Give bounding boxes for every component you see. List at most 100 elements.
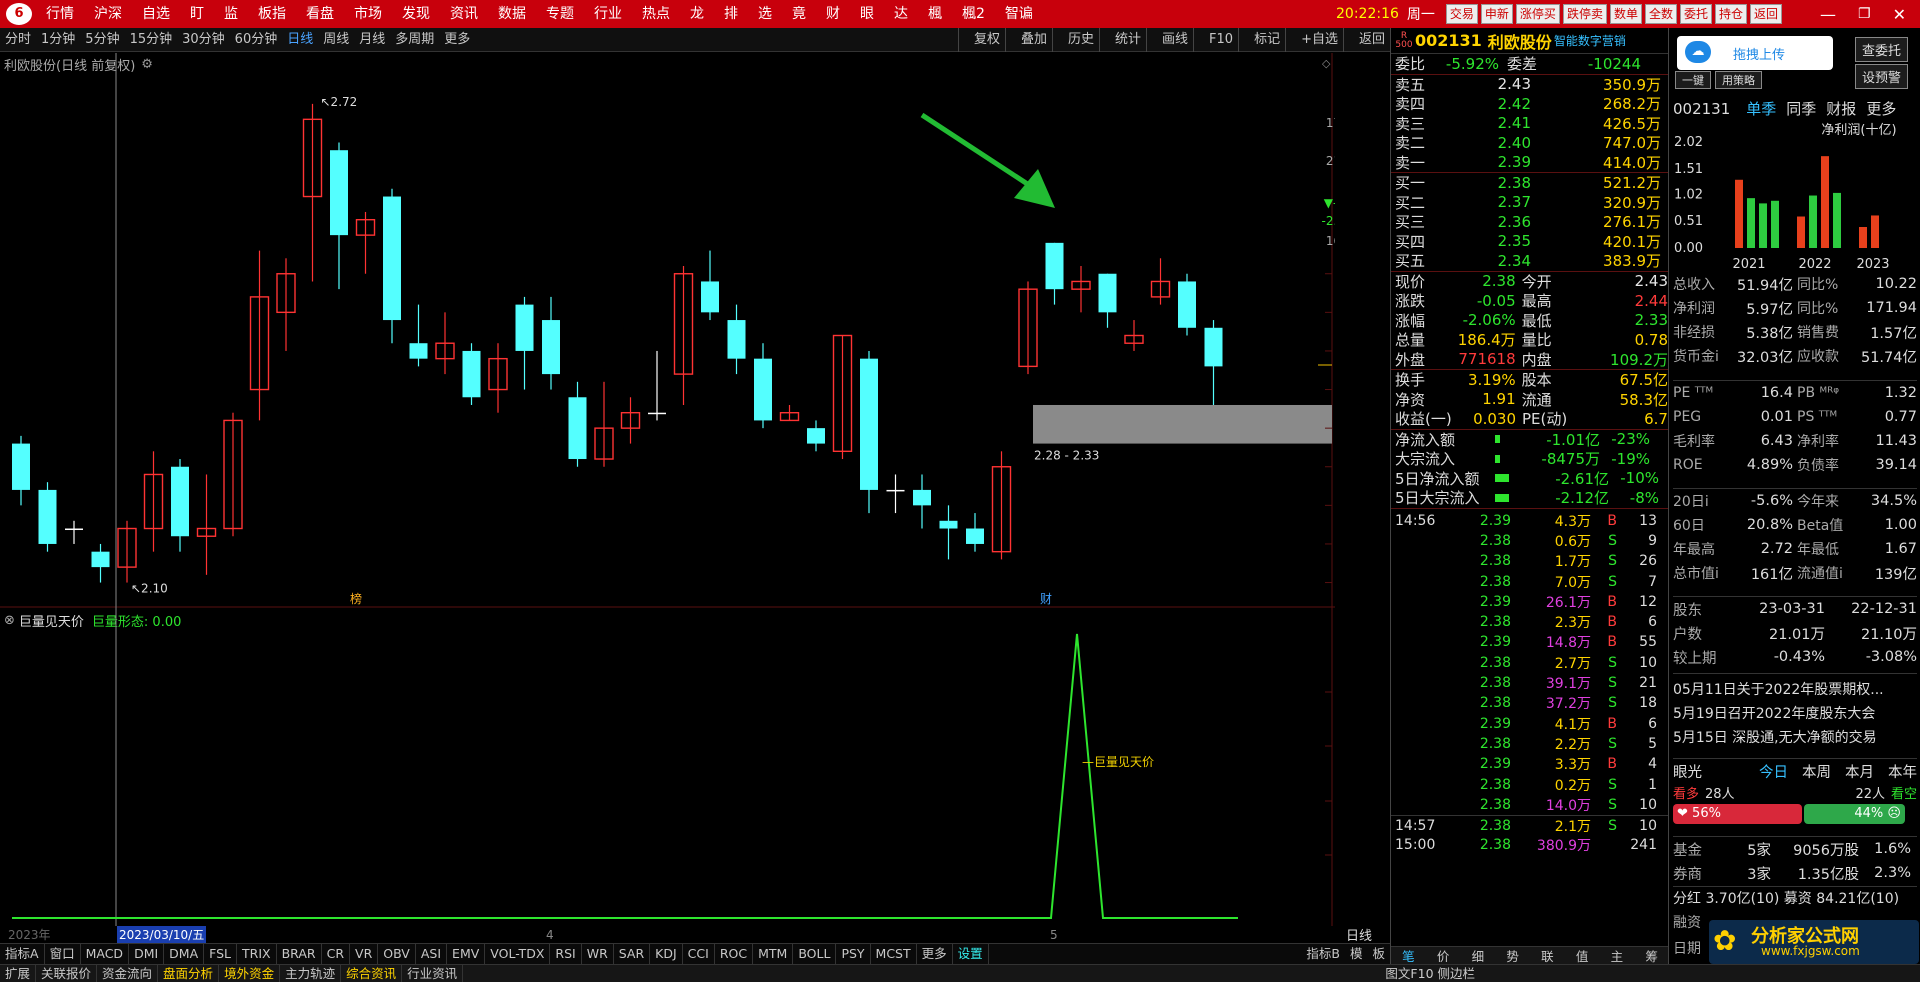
f10-tab[interactable]: 同季	[1786, 98, 1816, 119]
asks-row[interactable]: 卖三 2.41 426.5万	[1391, 114, 1668, 134]
indicator-tab[interactable]: CR	[322, 944, 351, 964]
indicator-tab[interactable]: CCI	[683, 944, 715, 964]
period-tab[interactable]: 15分钟	[125, 28, 178, 52]
indicator-tab[interactable]: OBV	[378, 944, 416, 964]
menu-item[interactable]: 数据	[488, 0, 536, 28]
menu-item[interactable]: 楓	[918, 0, 952, 28]
indicator-panel[interactable]: ⊗ 巨量见天价 巨量形态: 0.00 0.800.600.400.20—巨量见天…	[0, 608, 1335, 935]
menu-item[interactable]: 看盘	[296, 0, 344, 28]
period-tab[interactable]: 更多	[439, 28, 475, 52]
status-tab[interactable]: 行业资讯	[402, 965, 464, 982]
rank-marker[interactable]: 榜	[350, 591, 362, 606]
menu-item[interactable]: 楓2	[952, 0, 995, 28]
toolbar-button[interactable]: 委托	[1679, 4, 1712, 24]
menu-item[interactable]: 专题	[536, 0, 584, 28]
toolbar-button[interactable]: 跌停卖	[1562, 4, 1607, 24]
indicator-tab-right[interactable]: 指标B	[1301, 944, 1345, 964]
indicator-tab-right[interactable]: 模	[1345, 944, 1368, 964]
finance-marker[interactable]: 财	[1040, 592, 1052, 606]
toolbar-button[interactable]: 全数	[1644, 4, 1677, 24]
period-tab[interactable]: 日线	[282, 28, 318, 52]
quote-bottom-tab[interactable]: 价	[1437, 946, 1450, 965]
indicator-tab[interactable]: ASI	[416, 944, 448, 964]
kline-panel[interactable]: 利欧股份(日线 前复权) ⚙ 2.28 - 2.33↖2.72↖2.10榜财2.…	[0, 53, 1335, 608]
menu-item[interactable]: 发现	[392, 0, 440, 28]
quote-bottom-tab[interactable]: 细	[1472, 946, 1485, 965]
status-tab[interactable]: 关联报价	[36, 965, 98, 982]
period-tab[interactable]: 1分钟	[36, 28, 80, 52]
chart-tool-button[interactable]: 叠加	[1016, 28, 1052, 52]
indicator-tab[interactable]: SAR	[614, 944, 651, 964]
status-tab[interactable]: 综合资讯	[341, 965, 403, 982]
indicator-tab[interactable]: EMV	[447, 944, 486, 964]
indicator-tab[interactable]: MTM	[753, 944, 794, 964]
toolbar-button[interactable]: 返回	[1750, 4, 1783, 24]
menu-item[interactable]: 资讯	[440, 0, 488, 28]
bids-row[interactable]: 买三 2.36 276.1万	[1391, 212, 1668, 232]
menu-item[interactable]: 选	[748, 0, 782, 28]
indicator-tab[interactable]: TRIX	[237, 944, 277, 964]
minimize-icon[interactable]: —	[1820, 5, 1836, 24]
period-tab[interactable]: 周线	[318, 28, 354, 52]
chart-tool-button[interactable]: 复权	[969, 28, 1005, 52]
quote-bottom-tab[interactable]: 笔	[1402, 946, 1415, 965]
indicator-tab[interactable]: VR	[350, 944, 379, 964]
indicator-tab[interactable]: 设置	[953, 944, 989, 964]
indicator-tab[interactable]: ROC	[715, 944, 754, 964]
menu-item[interactable]: 市场	[344, 0, 392, 28]
sidebar-toggle[interactable]: 图文F10 侧边栏	[1380, 965, 1480, 982]
news-item[interactable]: 5月19日召开2022年度股东大会	[1673, 702, 1917, 726]
menu-item[interactable]: 板指	[248, 0, 296, 28]
status-tab[interactable]: 盘面分析	[158, 965, 220, 982]
toolbar-button[interactable]: 涨停买	[1515, 4, 1560, 24]
indicator-tab[interactable]: KDJ	[650, 944, 683, 964]
menu-item[interactable]: 监	[214, 0, 248, 28]
set-alert-button[interactable]: 设预警	[1855, 64, 1909, 89]
status-tab[interactable]: 资金流向	[97, 965, 159, 982]
period-tab[interactable]: 60分钟	[230, 28, 283, 52]
period-tab[interactable]: 5分钟	[80, 28, 124, 52]
menu-item[interactable]: 行情	[36, 0, 84, 28]
f10-tab[interactable]: 财报	[1826, 98, 1856, 119]
eye-tab[interactable]: 今日	[1759, 761, 1788, 782]
query-order-button[interactable]: 查委托	[1855, 37, 1909, 62]
period-tab[interactable]: 分时	[0, 28, 36, 52]
f10-tab[interactable]: 更多	[1866, 98, 1896, 119]
chart-tool-button[interactable]: 统计	[1110, 28, 1146, 52]
eye-tab[interactable]: 本周	[1802, 761, 1831, 782]
menu-item[interactable]: 眼	[850, 0, 884, 28]
indicator-tab[interactable]: PSY	[836, 944, 871, 964]
indicator-tab[interactable]: VOL-TDX	[485, 944, 551, 964]
quote-bottom-tab[interactable]: 值	[1576, 946, 1589, 965]
menu-item[interactable]: 热点	[632, 0, 680, 28]
menu-item[interactable]: 竟	[782, 0, 816, 28]
indicator-tab[interactable]: RSI	[550, 944, 582, 964]
restore-icon[interactable]: ❐	[1858, 6, 1871, 22]
asks-row[interactable]: 卖四 2.42 268.2万	[1391, 94, 1668, 114]
indicator-tab[interactable]: BOLL	[793, 944, 837, 964]
asks-row[interactable]: 卖二 2.40 747.0万	[1391, 133, 1668, 153]
indicator-tab[interactable]: 窗口	[45, 944, 81, 964]
chart-tool-button[interactable]: F10	[1204, 28, 1238, 52]
indicator-tab[interactable]: 指标A	[0, 944, 45, 964]
strategy-button[interactable]: 用策略	[1715, 71, 1762, 89]
menu-item[interactable]: 盯	[180, 0, 214, 28]
menu-item[interactable]: 智谝	[995, 0, 1043, 28]
indicator-tab[interactable]: MCST	[871, 944, 917, 964]
indicator-tab[interactable]: FSL	[204, 944, 238, 964]
toolbar-button[interactable]: 数单	[1609, 4, 1642, 24]
diamond-icon[interactable]: ◇	[1322, 57, 1331, 70]
toolbar-button[interactable]: 交易	[1445, 4, 1478, 24]
status-tab[interactable]: 境外资金	[219, 965, 281, 982]
tick-list[interactable]: 14:56 2.39 4.3万 B 13 2.38 0.6万 S 9 2.38 1.7万 S 26 2.3…	[1391, 507, 1668, 856]
eye-tab[interactable]: 本年	[1888, 761, 1917, 782]
menu-item[interactable]: 行业	[584, 0, 632, 28]
menu-item[interactable]: 达	[884, 0, 918, 28]
status-tab[interactable]: 主力轨迹	[280, 965, 342, 982]
indicator-tab[interactable]: 更多	[917, 944, 953, 964]
menu-item[interactable]: 排	[714, 0, 748, 28]
status-tab[interactable]: 扩展	[0, 965, 37, 982]
bids-row[interactable]: 买一 2.38 521.2万	[1391, 173, 1668, 193]
period-tab[interactable]: 月线	[354, 28, 390, 52]
period-tab[interactable]: 多周期	[390, 28, 439, 52]
